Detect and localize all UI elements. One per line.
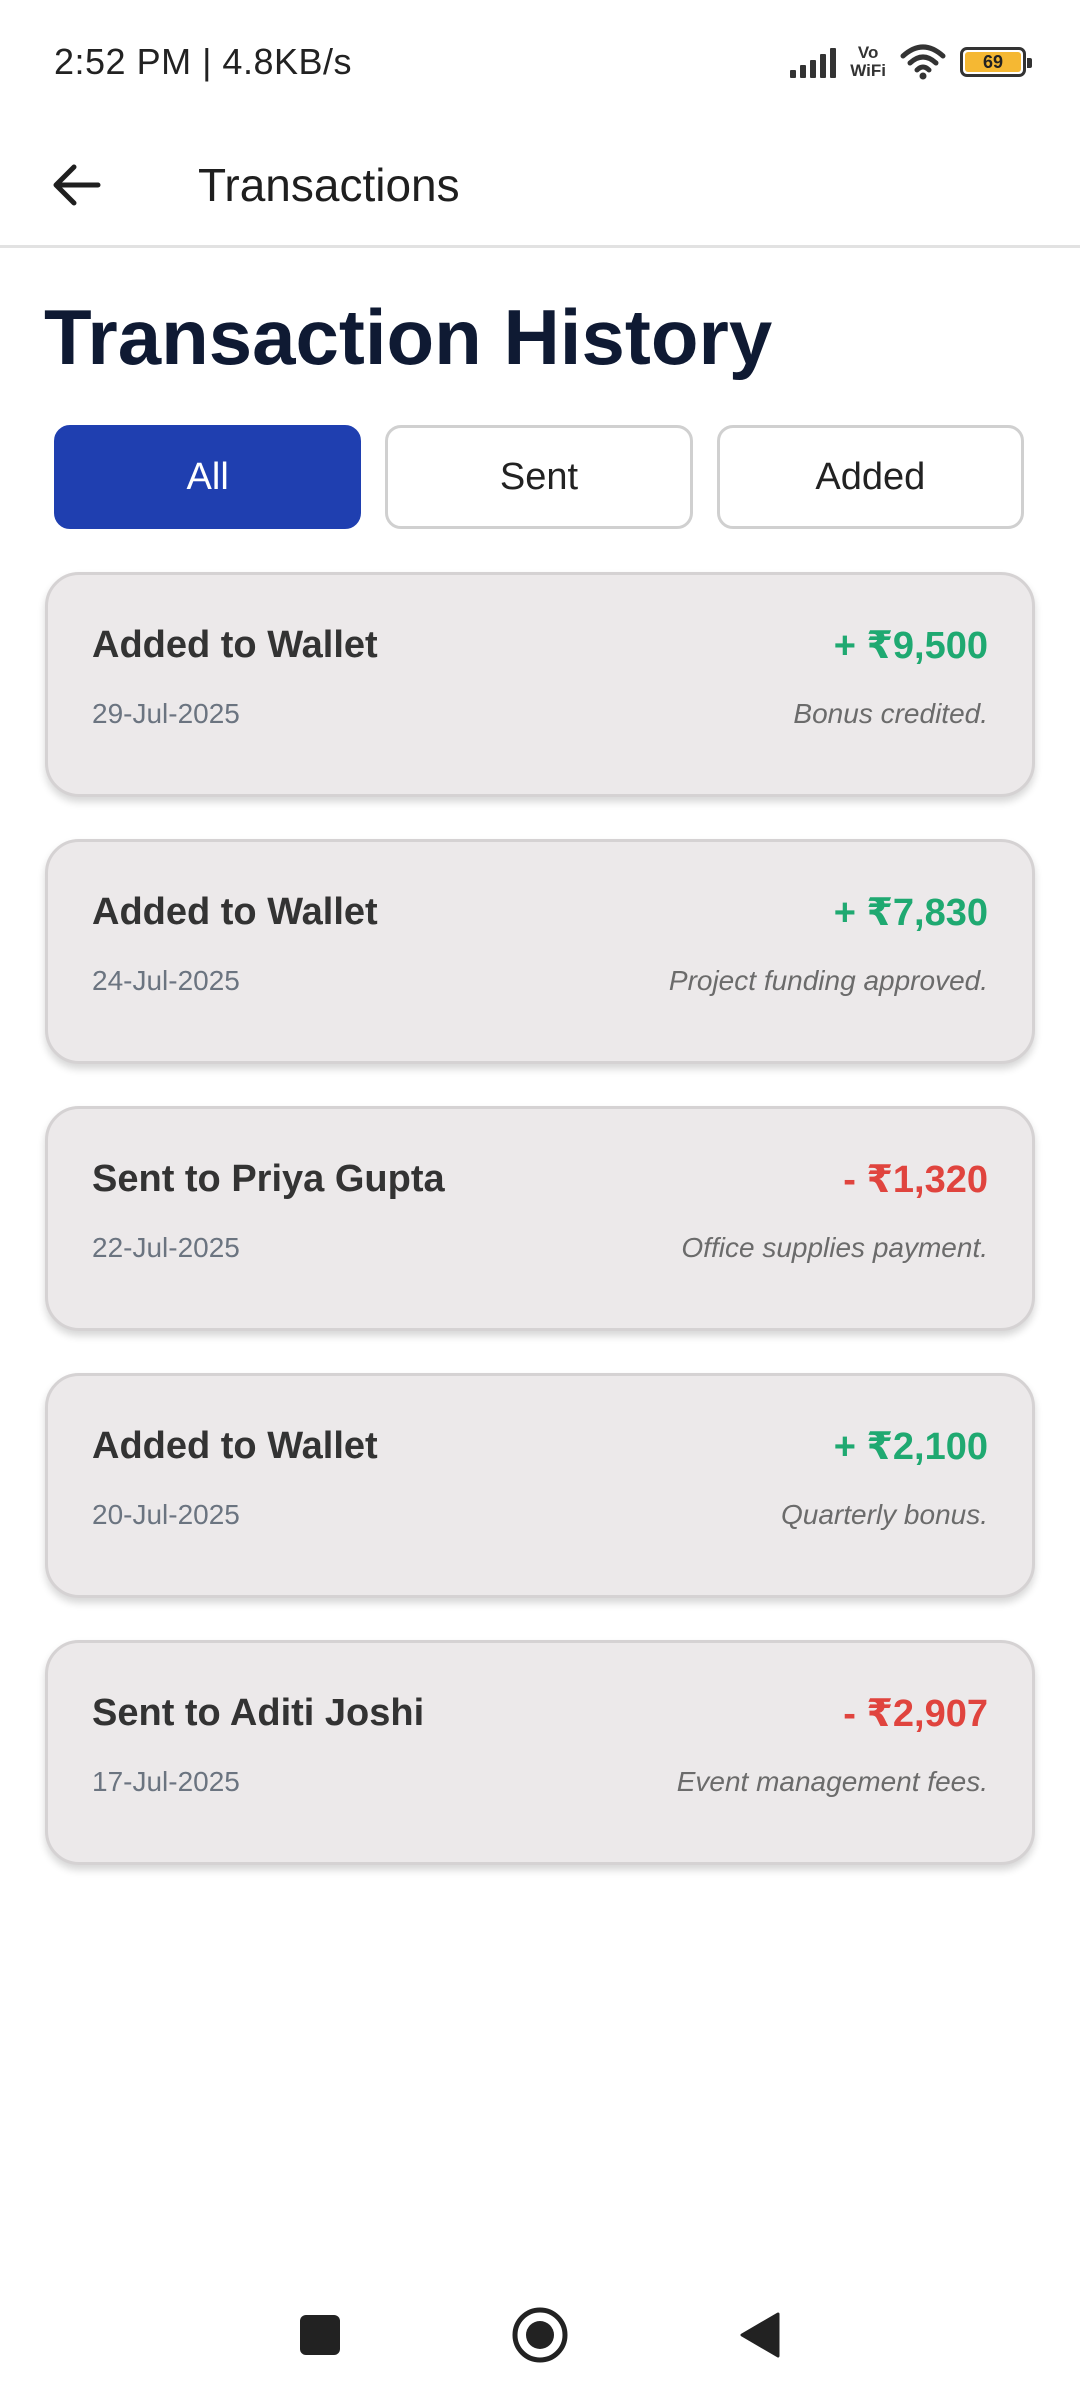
transaction-note: Event management fees. — [676, 1766, 988, 1797]
transaction-title: Sent to Aditi Joshi — [92, 1692, 425, 1734]
vowifi-bottom-label: WiFi — [850, 61, 886, 80]
transaction-list: Added to Wallet + ₹9,500 29-Jul-2025 Bon… — [45, 572, 1035, 1907]
transaction-amount: + ₹7,830 — [833, 892, 988, 934]
back-button[interactable] — [16, 123, 136, 247]
transaction-title: Added to Wallet — [92, 891, 378, 933]
wifi-icon — [900, 44, 946, 80]
transaction-note: Project funding approved. — [668, 965, 988, 996]
vowifi-top-label: Vo — [857, 43, 879, 62]
transaction-title: Added to Wallet — [92, 1425, 378, 1467]
battery-level: 69 — [965, 52, 1021, 72]
page-title: Transaction History — [44, 293, 773, 381]
square-recents-icon — [300, 2315, 340, 2355]
status-bar: 2:52 PM | 4.8KB/s Vo WiFi 69 — [0, 0, 1080, 124]
transaction-note: Quarterly bonus. — [781, 1499, 988, 1530]
filter-tabs: All Sent Added — [54, 425, 1024, 529]
transaction-date: 22-Jul-2025 — [92, 1232, 240, 1263]
transaction-card[interactable]: Added to Wallet + ₹2,100 20-Jul-2025 Qua… — [45, 1373, 1035, 1598]
transaction-title: Added to Wallet — [92, 624, 378, 666]
transaction-amount: + ₹9,500 — [833, 625, 988, 667]
transaction-note: Bonus credited. — [793, 698, 988, 729]
recents-button[interactable] — [290, 2305, 350, 2365]
home-button[interactable] — [510, 2305, 570, 2365]
triangle-back-icon — [740, 2312, 780, 2358]
transaction-card[interactable]: Added to Wallet + ₹9,500 29-Jul-2025 Bon… — [45, 572, 1035, 797]
app-bar: Transactions — [0, 124, 1080, 248]
transaction-date: 17-Jul-2025 — [92, 1766, 240, 1797]
transaction-amount: + ₹2,100 — [833, 1426, 988, 1468]
screen: 2:52 PM | 4.8KB/s Vo WiFi 69 Transaction… — [0, 0, 1080, 2400]
filter-sent-button[interactable]: Sent — [385, 425, 693, 529]
system-nav-bar — [0, 2270, 1080, 2400]
signal-icon — [790, 46, 837, 78]
vowifi-icon: Vo WiFi — [850, 44, 886, 80]
transaction-card[interactable]: Sent to Priya Gupta - ₹1,320 22-Jul-2025… — [45, 1106, 1035, 1331]
transaction-date: 29-Jul-2025 — [92, 698, 240, 729]
transaction-card[interactable]: Added to Wallet + ₹7,830 24-Jul-2025 Pro… — [45, 839, 1035, 1064]
transaction-date: 24-Jul-2025 — [92, 965, 240, 996]
status-time-speed: 2:52 PM | 4.8KB/s — [54, 41, 352, 82]
arrow-left-icon — [53, 164, 101, 205]
transaction-amount: - ₹1,320 — [843, 1159, 988, 1201]
status-icons: Vo WiFi 69 — [790, 44, 1032, 80]
transaction-amount: - ₹2,907 — [843, 1693, 988, 1735]
transaction-date: 20-Jul-2025 — [92, 1499, 240, 1530]
battery-icon: 69 — [960, 47, 1032, 77]
transaction-note: Office supplies payment. — [681, 1232, 988, 1263]
app-bar-title: Transactions — [198, 158, 460, 211]
filter-added-button[interactable]: Added — [716, 425, 1024, 529]
filter-all-button[interactable]: All — [54, 425, 362, 529]
transaction-card[interactable]: Sent to Aditi Joshi - ₹2,907 17-Jul-2025… — [45, 1640, 1035, 1865]
transaction-title: Sent to Priya Gupta — [92, 1158, 445, 1200]
circle-home-icon — [512, 2307, 568, 2363]
nav-back-button[interactable] — [730, 2305, 790, 2365]
